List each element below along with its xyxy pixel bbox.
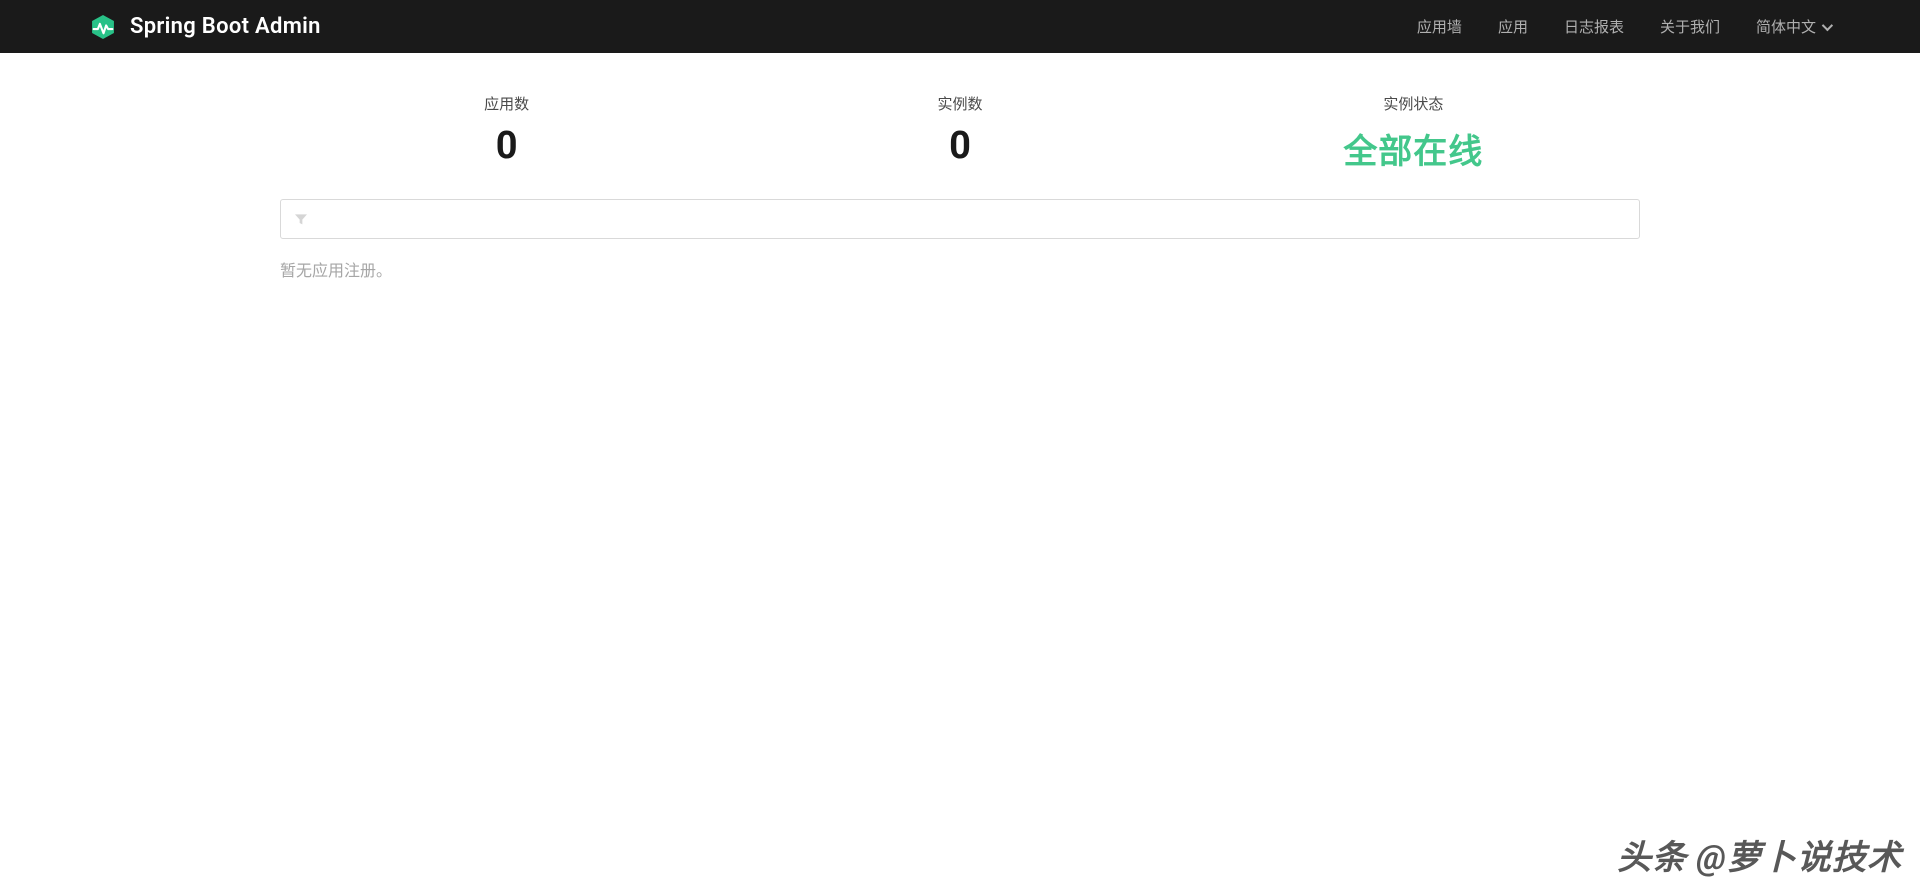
- app-logo-icon: [90, 14, 116, 40]
- empty-message: 暂无应用注册。: [280, 257, 1640, 281]
- nav-link-wall[interactable]: 应用墙: [1417, 16, 1462, 37]
- stat-status-value: 全部在线: [1187, 124, 1640, 173]
- filter-input[interactable]: [309, 211, 1627, 228]
- stat-instances: 实例数 0: [733, 93, 1186, 173]
- stat-apps-value: 0: [280, 124, 733, 168]
- brand-title: Spring Boot Admin: [130, 14, 321, 39]
- watermark-text: 头条 @萝卜说技术: [1617, 830, 1902, 879]
- filter-icon: [293, 211, 309, 227]
- stat-instances-label: 实例数: [733, 93, 1186, 114]
- main-container: 应用数 0 实例数 0 实例状态 全部在线 暂无应用注册。: [270, 93, 1650, 281]
- chevron-down-icon: [1822, 19, 1833, 30]
- navbar-brand[interactable]: Spring Boot Admin: [90, 14, 321, 40]
- stat-status: 实例状态 全部在线: [1187, 93, 1640, 173]
- nav-link-journal[interactable]: 日志报表: [1564, 16, 1624, 37]
- stat-status-label: 实例状态: [1187, 93, 1640, 114]
- filter-box[interactable]: [280, 199, 1640, 239]
- nav-link-language[interactable]: 简体中文: [1756, 16, 1830, 37]
- stat-instances-value: 0: [733, 124, 1186, 168]
- nav-link-language-label: 简体中文: [1756, 16, 1816, 37]
- navbar-menu: 应用墙 应用 日志报表 关于我们 简体中文: [1417, 16, 1830, 37]
- nav-link-about[interactable]: 关于我们: [1660, 16, 1720, 37]
- navbar: Spring Boot Admin 应用墙 应用 日志报表 关于我们 简体中文: [0, 0, 1920, 53]
- stat-apps: 应用数 0: [280, 93, 733, 173]
- stat-apps-label: 应用数: [280, 93, 733, 114]
- stats-row: 应用数 0 实例数 0 实例状态 全部在线: [280, 93, 1640, 173]
- nav-link-apps[interactable]: 应用: [1498, 16, 1528, 37]
